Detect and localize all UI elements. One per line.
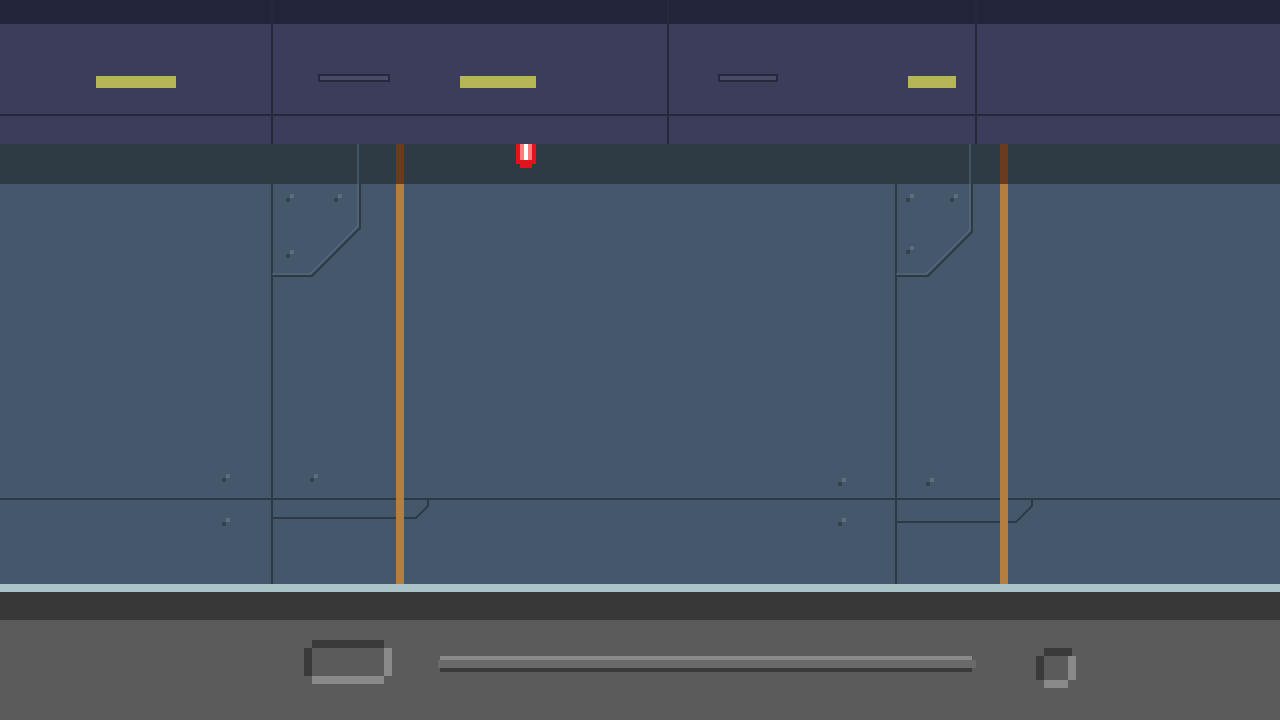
- rivet: [286, 194, 294, 202]
- ceiling-seam: [0, 114, 1280, 116]
- pipe: [1000, 184, 1008, 584]
- rivet: [222, 474, 230, 482]
- rivet: [906, 194, 914, 202]
- ceiling: [0, 24, 1280, 144]
- wall-brackets: [272, 144, 1033, 523]
- ceiling-seam: [271, 0, 273, 144]
- health-bar: [438, 656, 976, 672]
- ceiling-top-strip: [0, 0, 1280, 24]
- ceiling-light: [908, 76, 956, 88]
- pipe-shadow: [396, 144, 404, 184]
- ceiling-seam: [975, 0, 977, 144]
- ceiling-light: [460, 76, 536, 88]
- ceiling-light: [96, 76, 176, 88]
- rivet: [286, 250, 294, 258]
- rivet: [222, 518, 230, 526]
- item-slot-icon: [1036, 648, 1076, 688]
- rivet: [926, 478, 934, 486]
- rivet: [838, 478, 846, 486]
- battery-icon: [304, 640, 392, 684]
- red-marker-icon: [516, 144, 536, 168]
- rivet: [334, 194, 342, 202]
- floor: [0, 592, 1280, 620]
- rivet: [838, 518, 846, 526]
- rivet: [950, 194, 958, 202]
- floor-edge: [0, 584, 1280, 592]
- ceiling-vent: [718, 74, 778, 82]
- pipe-shadow: [1000, 144, 1008, 184]
- rivet: [906, 246, 914, 254]
- ceiling-vent: [318, 74, 390, 82]
- ceiling-seam: [667, 0, 669, 144]
- rivet: [310, 474, 318, 482]
- pipe: [396, 184, 404, 584]
